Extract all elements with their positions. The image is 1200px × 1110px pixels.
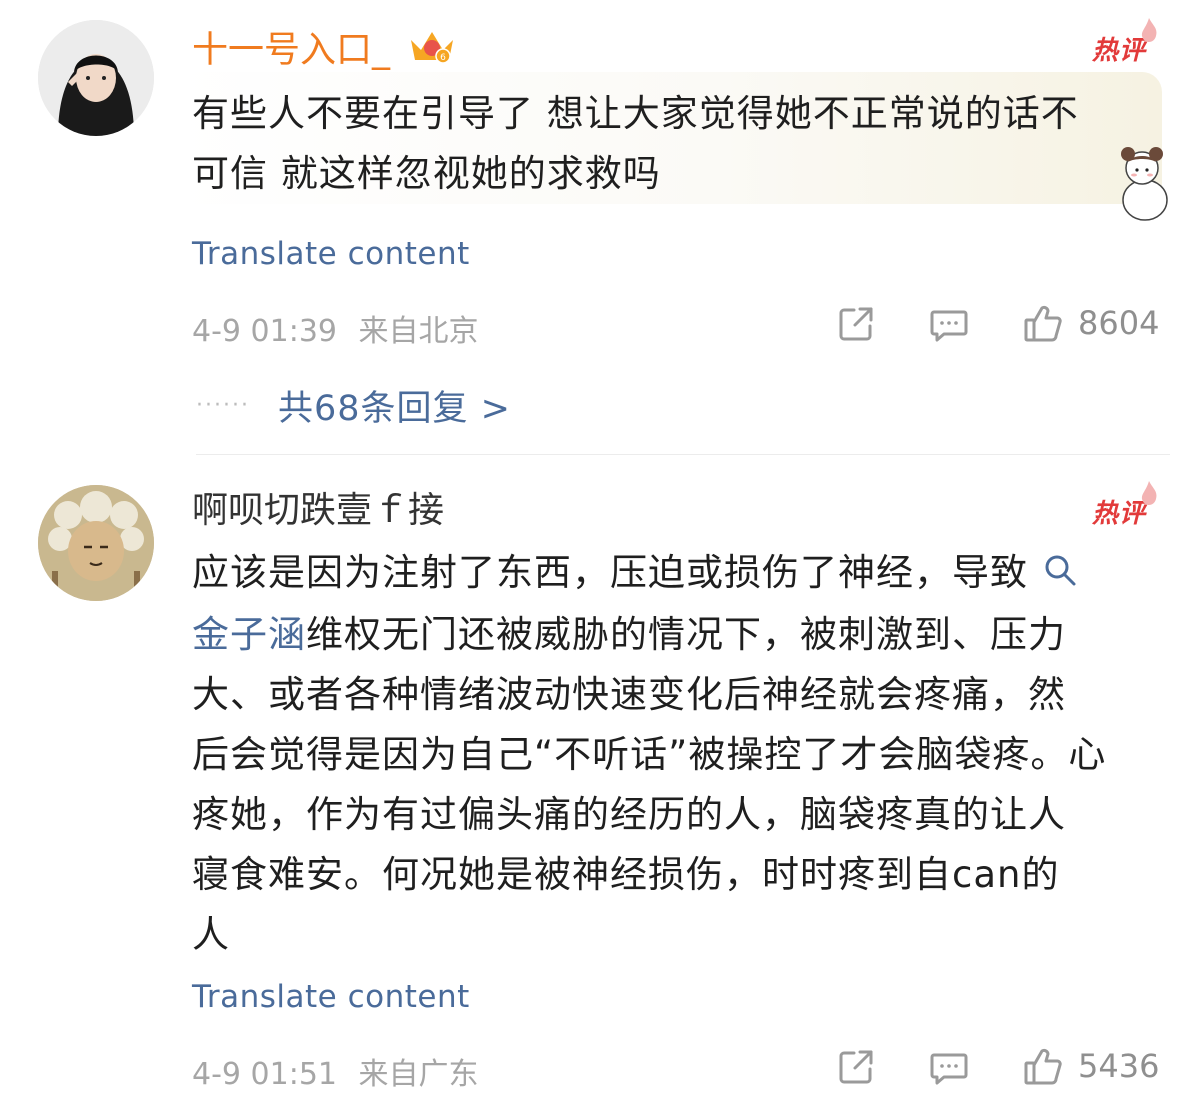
share-button[interactable] <box>836 304 876 344</box>
thumbs-up-icon <box>1024 305 1062 342</box>
search-icon[interactable] <box>1043 545 1077 605</box>
comment-icon <box>930 310 968 342</box>
hot-comment-badge: 热评 <box>1092 481 1157 530</box>
share-button[interactable] <box>836 1047 876 1087</box>
timestamp: 4-9 01:39 <box>192 314 337 349</box>
translate-link[interactable]: Translate content <box>192 979 470 1015</box>
comment-button[interactable] <box>928 304 970 346</box>
flame-icon <box>1141 18 1157 42</box>
share-icon <box>839 1050 873 1084</box>
comment-text: 有些人不要在引导了 想让大家觉得她不正常说的话不 可信 就这样忽视她的求救吗 <box>192 92 1079 195</box>
comment-text: 应该是因为注射了东西，压迫或损伤了神经，导致 金子涵维权无门还被威胁的情况下，被… <box>192 543 1182 965</box>
hot-comment-badge: 热评 <box>1092 18 1157 67</box>
comment-icon <box>930 1053 968 1085</box>
comment-meta: 4-9 01:51 来自广东 <box>192 1049 479 1093</box>
view-replies-link[interactable]: 共68条回复 > <box>278 380 511 431</box>
like-button[interactable]: 8604 <box>1022 302 1159 344</box>
like-count: 8604 <box>1078 304 1160 342</box>
translate-link[interactable]: Translate content <box>192 236 470 272</box>
flame-icon <box>1141 481 1157 505</box>
topic-link[interactable]: 金子涵 <box>192 613 306 656</box>
comment-1: 十一号入口_ 6 热评 有些人不要在引导了 想让大家觉得她不正常说的话不 可信 … <box>0 0 1200 455</box>
comment-meta: 4-9 01:39 来自北京 <box>192 306 479 350</box>
timestamp: 4-9 01:51 <box>192 1057 337 1092</box>
thumbs-up-icon <box>1024 1048 1062 1085</box>
replies-dots: ······ <box>196 393 250 418</box>
avatar[interactable] <box>38 20 154 136</box>
avatar[interactable] <box>38 485 154 601</box>
like-count: 5436 <box>1078 1047 1160 1085</box>
location: 来自广东 <box>358 1057 479 1092</box>
replies-row[interactable]: ······ 共68条回复 > <box>196 380 511 431</box>
comment-button[interactable] <box>928 1047 970 1089</box>
username[interactable]: 啊呗切跌壹ｆ接 <box>192 489 444 533</box>
like-button[interactable]: 5436 <box>1022 1045 1159 1087</box>
svg-text:6: 6 <box>441 53 447 63</box>
vip-crown-icon: 6 <box>407 26 457 77</box>
username[interactable]: 十一号入口_ 6 <box>192 26 457 77</box>
share-icon <box>839 307 873 341</box>
location: 来自北京 <box>358 314 479 349</box>
comment-2: 啊呗切跌壹ｆ接 热评 应该是因为注射了东西，压迫或损伤了神经，导致 金子涵维权无… <box>0 455 1200 1110</box>
